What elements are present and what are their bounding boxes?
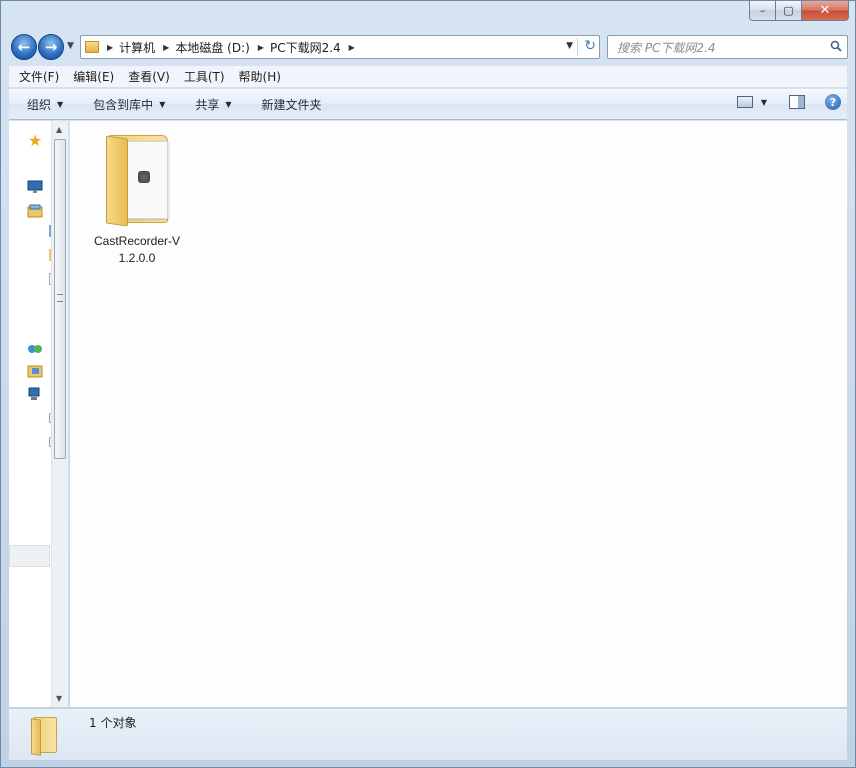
horizontal-scrollbar[interactable] (9, 545, 50, 567)
menu-help[interactable]: 帮助(H) (232, 68, 288, 85)
breadcrumb-current-folder[interactable]: PC下载网2.4 (270, 39, 341, 56)
menu-edit[interactable]: 编辑(E) (66, 68, 121, 85)
menu-tools[interactable]: 工具(T) (177, 68, 232, 85)
navigation-pane-scrollbar[interactable]: ▲ ▼ (51, 121, 68, 707)
navigation-row: ← → ▼ ▶ 计算机 ▶ 本地磁盘 (D:) ▶ PC下载网2.4 ▶ ▼ ↻… (9, 32, 848, 62)
view-controls: ▼ ? (736, 94, 841, 110)
chevron-down-icon: ▼ (225, 99, 232, 109)
chevron-right-icon[interactable]: ▶ (258, 43, 264, 52)
app-icon (138, 171, 150, 183)
computer-folder-icon[interactable] (27, 364, 43, 378)
chevron-down-icon: ▼ (57, 99, 64, 109)
share-button[interactable]: 共享 ▼ (195, 96, 231, 113)
arrow-left-icon: ← (17, 38, 31, 56)
network-icon[interactable] (27, 387, 43, 401)
folder-name-line1: CastRecorder-V (93, 234, 181, 248)
address-bar[interactable]: ▶ 计算机 ▶ 本地磁盘 (D:) ▶ PC下载网2.4 ▶ ▼ ↻ (80, 35, 600, 59)
scrollbar-thumb[interactable] (54, 139, 66, 459)
command-bar: 组织 ▼ 包含到库中 ▼ 共享 ▼ 新建文件夹 ▼ ? (9, 89, 847, 120)
item-count: 1 个对象 (89, 716, 137, 730)
folder-icon (29, 715, 59, 756)
organize-button[interactable]: 组织 ▼ (27, 96, 63, 113)
address-separator (577, 38, 578, 56)
caption-buttons: – ▢ ✕ (749, 1, 849, 22)
folder-icon (85, 41, 99, 53)
homegroup-icon[interactable] (27, 342, 43, 356)
include-in-library-button[interactable]: 包含到库中 ▼ (93, 96, 165, 113)
back-button[interactable]: ← (11, 34, 37, 60)
close-button[interactable]: ✕ (802, 1, 849, 21)
scroll-down-icon[interactable]: ▼ (56, 694, 62, 703)
recent-pages-dropdown[interactable]: ▼ (67, 41, 74, 51)
view-options-dropdown-icon[interactable]: ▼ (761, 98, 767, 107)
file-list-area[interactable]: CastRecorder-V 1.2.0.0 (70, 121, 847, 707)
search-input[interactable]: 搜索 PC下载网2.4 (607, 35, 848, 59)
change-view-icon[interactable] (736, 96, 753, 108)
help-icon[interactable]: ? (825, 94, 841, 110)
search-placeholder: 搜索 PC下载网2.4 (617, 40, 716, 55)
folder-front-shape (31, 718, 41, 756)
chevron-down-icon: ▼ (159, 99, 166, 109)
breadcrumb-local-disk[interactable]: 本地磁盘 (D:) (175, 39, 249, 56)
menu-bar: 文件(F) 编辑(E) 查看(V) 工具(T) 帮助(H) (9, 66, 847, 88)
menu-view[interactable]: 查看(V) (121, 68, 177, 85)
favorites-star-icon[interactable]: ★ (28, 131, 42, 150)
status-bar: 1 个对象 (9, 708, 847, 760)
maximize-button[interactable]: ▢ (776, 1, 802, 21)
arrow-right-icon: → (44, 38, 58, 56)
new-folder-button[interactable]: 新建文件夹 (262, 96, 322, 113)
folder-icon (96, 127, 178, 227)
chevron-right-icon[interactable]: ▶ (107, 43, 113, 52)
scroll-up-icon[interactable]: ▲ (56, 125, 62, 134)
folder-front-shape (106, 135, 128, 227)
explorer-window: – ▢ ✕ ← → ▼ ▶ 计算机 ▶ 本地磁盘 (D:) ▶ PC下载网2.4… (0, 0, 856, 768)
forward-button[interactable]: → (38, 34, 64, 60)
chevron-right-icon[interactable]: ▶ (163, 43, 169, 52)
search-icon[interactable] (830, 40, 842, 52)
refresh-icon[interactable]: ↻ (584, 38, 596, 54)
chevron-right-icon[interactable]: ▶ (349, 43, 355, 52)
breadcrumb-computer[interactable]: 计算机 (119, 39, 155, 56)
organize-label: 组织 (27, 97, 52, 112)
include-library-label: 包含到库中 (93, 97, 154, 112)
scrollbar-grip (57, 294, 63, 302)
folder-item[interactable]: CastRecorder-V 1.2.0.0 (84, 127, 190, 267)
folder-name: CastRecorder-V 1.2.0.0 (84, 233, 190, 267)
navigation-pane: ★ ▲ ▼ (9, 121, 69, 707)
preview-pane-icon[interactable] (789, 95, 805, 109)
minimize-button[interactable]: – (749, 1, 776, 21)
libraries-icon[interactable] (27, 204, 43, 218)
share-label: 共享 (195, 97, 220, 112)
desktop-icon[interactable] (27, 180, 43, 194)
address-dropdown-icon[interactable]: ▼ (566, 41, 573, 51)
new-folder-label: 新建文件夹 (261, 97, 322, 112)
folder-name-line2: 1.2.0.0 (118, 251, 156, 265)
menu-file[interactable]: 文件(F) (12, 68, 66, 85)
